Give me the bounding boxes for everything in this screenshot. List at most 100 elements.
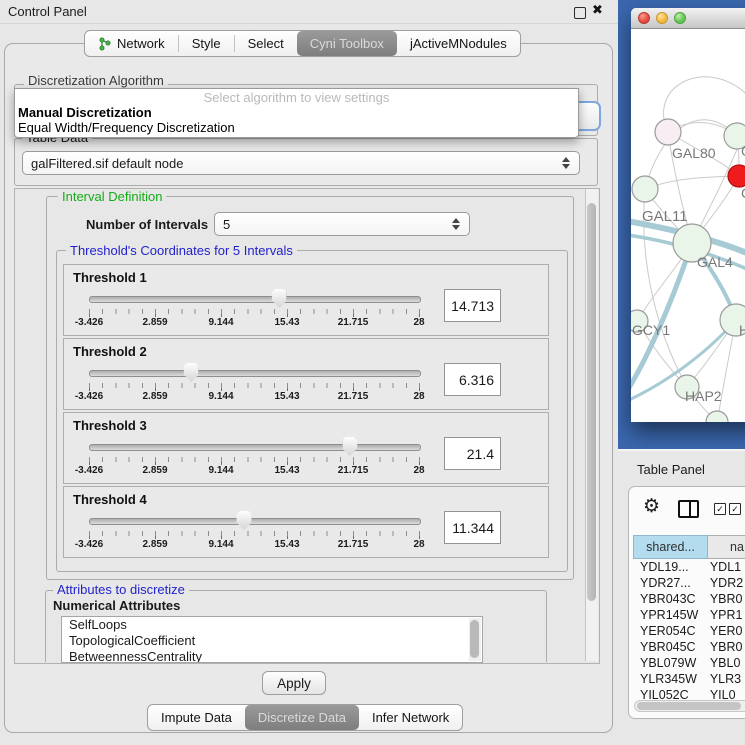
node-label: GAL4	[697, 254, 733, 270]
tab-network[interactable]: Network	[85, 31, 178, 56]
slider-tick-labels: -3.426 2.859 9.144 15.43 21.715 28	[89, 539, 419, 551]
float-window-icon[interactable]	[574, 7, 586, 19]
table-rows: YDL19...YDL1 YDR27...YDR2 YBR043CYBR0 YP…	[633, 559, 745, 703]
vertical-scrollbar[interactable]	[585, 189, 598, 661]
node-label: GAL11	[642, 208, 688, 225]
scrollbar-thumb[interactable]	[587, 203, 596, 601]
node-label: HAP2	[685, 388, 722, 404]
slider-track[interactable]	[89, 296, 421, 303]
node[interactable]	[706, 411, 728, 422]
scrollbar-thumb[interactable]	[470, 620, 479, 658]
table-row[interactable]: YBR045CYBR0	[633, 639, 745, 655]
popup-placeholder: Select algorithm to view settings	[15, 89, 578, 105]
threshold-1-box: Threshold 1 -3.426 2.859 9.144 15.43 21.…	[63, 264, 549, 336]
slider-thumb[interactable]	[272, 289, 287, 308]
list-item[interactable]: TopologicalCoefficient	[62, 633, 482, 649]
slider-track[interactable]	[89, 370, 421, 377]
tab-select[interactable]: Select	[235, 31, 297, 56]
node-label: C	[741, 185, 745, 201]
node-label: GA	[741, 143, 745, 159]
list-scrollbar[interactable]	[469, 618, 481, 661]
table-data-combobox[interactable]: galFiltered.sif default node	[22, 151, 580, 175]
slider-thumb[interactable]	[237, 511, 252, 530]
threshold-1-slider[interactable]	[89, 289, 419, 309]
spinner-icon	[562, 157, 570, 169]
interval-group-title: Interval Definition	[58, 189, 166, 204]
slider-thumb[interactable]	[342, 437, 357, 456]
table-data-value: galFiltered.sif default node	[31, 156, 183, 171]
slider-tick-labels: -3.426 2.859 9.144 15.43 21.715 28	[89, 391, 419, 403]
threshold-3-label: Threshold 3	[73, 418, 147, 433]
table-header: shared... na	[633, 535, 745, 559]
tab-impute-data[interactable]: Impute Data	[148, 705, 245, 730]
numerical-attributes-list[interactable]: SelfLoops TopologicalCoefficient Between…	[61, 616, 483, 663]
tab-style[interactable]: Style	[179, 31, 234, 56]
columns-icon[interactable]	[678, 500, 699, 518]
threshold-2-value-field[interactable]: 6.316	[444, 363, 501, 396]
control-panel-titlebar: Control Panel ✖	[0, 0, 618, 24]
threshold-4-value-field[interactable]: 11.344	[444, 511, 501, 544]
threshold-2-box: Threshold 2 -3.426 2.859 9.144 15.43 21.…	[63, 338, 549, 410]
list-item[interactable]: SelfLoops	[62, 617, 482, 633]
threshold-4-box: Threshold 4 -3.426 2.859 9.144 15.43 21.…	[63, 486, 549, 558]
popup-option-manual[interactable]: Manual Discretization	[15, 105, 578, 120]
slider-ticks	[89, 383, 420, 391]
node-gal80[interactable]	[655, 119, 681, 145]
threshold-1-label: Threshold 1	[73, 270, 147, 285]
threshold-4-label: Threshold 4	[73, 492, 147, 507]
threshold-4-slider[interactable]	[89, 511, 419, 531]
algorithm-popup: Select algorithm to view settings Manual…	[14, 88, 579, 138]
slider-thumb[interactable]	[184, 363, 199, 382]
node-gal11[interactable]	[632, 176, 658, 202]
node-label: GAL80	[672, 145, 716, 161]
tab-infer-network[interactable]: Infer Network	[359, 705, 462, 730]
num-intervals-value: 5	[223, 217, 230, 232]
bottom-tabbar: Impute Data Discretize Data Infer Networ…	[147, 704, 463, 731]
num-intervals-combobox[interactable]: 5	[214, 212, 470, 236]
minimize-traffic-light[interactable]	[656, 12, 668, 24]
checkbox-icon[interactable]: ✓	[729, 503, 741, 515]
table-row[interactable]: YDR27...YDR2	[633, 575, 745, 591]
slider-ticks	[89, 309, 420, 317]
slider-track[interactable]	[89, 518, 421, 525]
tab-jactivemnodules[interactable]: jActiveMNodules	[397, 31, 520, 56]
table-row[interactable]: YER054CYER0	[633, 623, 745, 639]
column-header-shared-name[interactable]: shared...	[633, 535, 708, 559]
network-canvas[interactable]: GAL80 GA C GAL11 GAL4 GCY1 H HAP2	[631, 29, 745, 422]
network-window[interactable]: GAL80 GA C GAL11 GAL4 GCY1 H HAP2	[631, 8, 745, 422]
app-root: Control Panel ✖ Network Style Select Cyn…	[0, 0, 745, 745]
slider-ticks	[89, 531, 420, 539]
slider-track[interactable]	[89, 444, 421, 451]
threshold-3-slider[interactable]	[89, 437, 419, 457]
table-row[interactable]: YDL19...YDL1	[633, 559, 745, 575]
checkbox-icon[interactable]: ✓	[714, 503, 726, 515]
tab-discretize-data[interactable]: Discretize Data	[245, 705, 359, 730]
network-graph: GAL80 GA C GAL11 GAL4 GCY1 H HAP2	[631, 29, 745, 422]
close-traffic-light[interactable]	[638, 12, 650, 24]
threshold-3-value-field[interactable]: 21.4	[444, 437, 501, 470]
threshold-2-slider[interactable]	[89, 363, 419, 383]
threshold-2-label: Threshold 2	[73, 344, 147, 359]
horizontal-scrollbar[interactable]	[634, 700, 745, 712]
column-header-name[interactable]: na	[708, 535, 745, 559]
scrollbar-thumb[interactable]	[637, 702, 741, 710]
list-item[interactable]: BetweennessCentrality	[62, 649, 482, 663]
threshold-3-box: Threshold 3 -3.426 2.859 9.144 15.43 21.…	[63, 412, 549, 484]
threshold-1-value-field[interactable]: 14.713	[444, 289, 501, 322]
zoom-traffic-light[interactable]	[674, 12, 686, 24]
table-panel-box: ⚙ ✓ ✓ shared... na YDL19...YDL1 YDR27...…	[628, 486, 745, 719]
node-selected[interactable]	[728, 165, 745, 187]
network-window-titlebar[interactable]	[631, 8, 745, 29]
num-intervals-label: Number of Intervals	[86, 217, 208, 232]
table-panel-region: Table Panel ⚙ ✓ ✓ shared... na YDL19...Y…	[618, 449, 745, 745]
table-row[interactable]: YPR145WYPR1	[633, 607, 745, 623]
table-row[interactable]: YBR043CYBR0	[633, 591, 745, 607]
tab-cyni-toolbox[interactable]: Cyni Toolbox	[297, 31, 397, 56]
table-row[interactable]: YLR345WYLR3	[633, 671, 745, 687]
table-row[interactable]: YBL079WYBL0	[633, 655, 745, 671]
gear-icon[interactable]: ⚙	[643, 495, 660, 517]
popup-option-equal-width[interactable]: Equal Width/Frequency Discretization	[15, 120, 578, 135]
close-icon[interactable]: ✖	[592, 3, 603, 18]
numerical-attributes-label: Numerical Attributes	[53, 598, 180, 613]
apply-button[interactable]: Apply	[262, 671, 326, 695]
